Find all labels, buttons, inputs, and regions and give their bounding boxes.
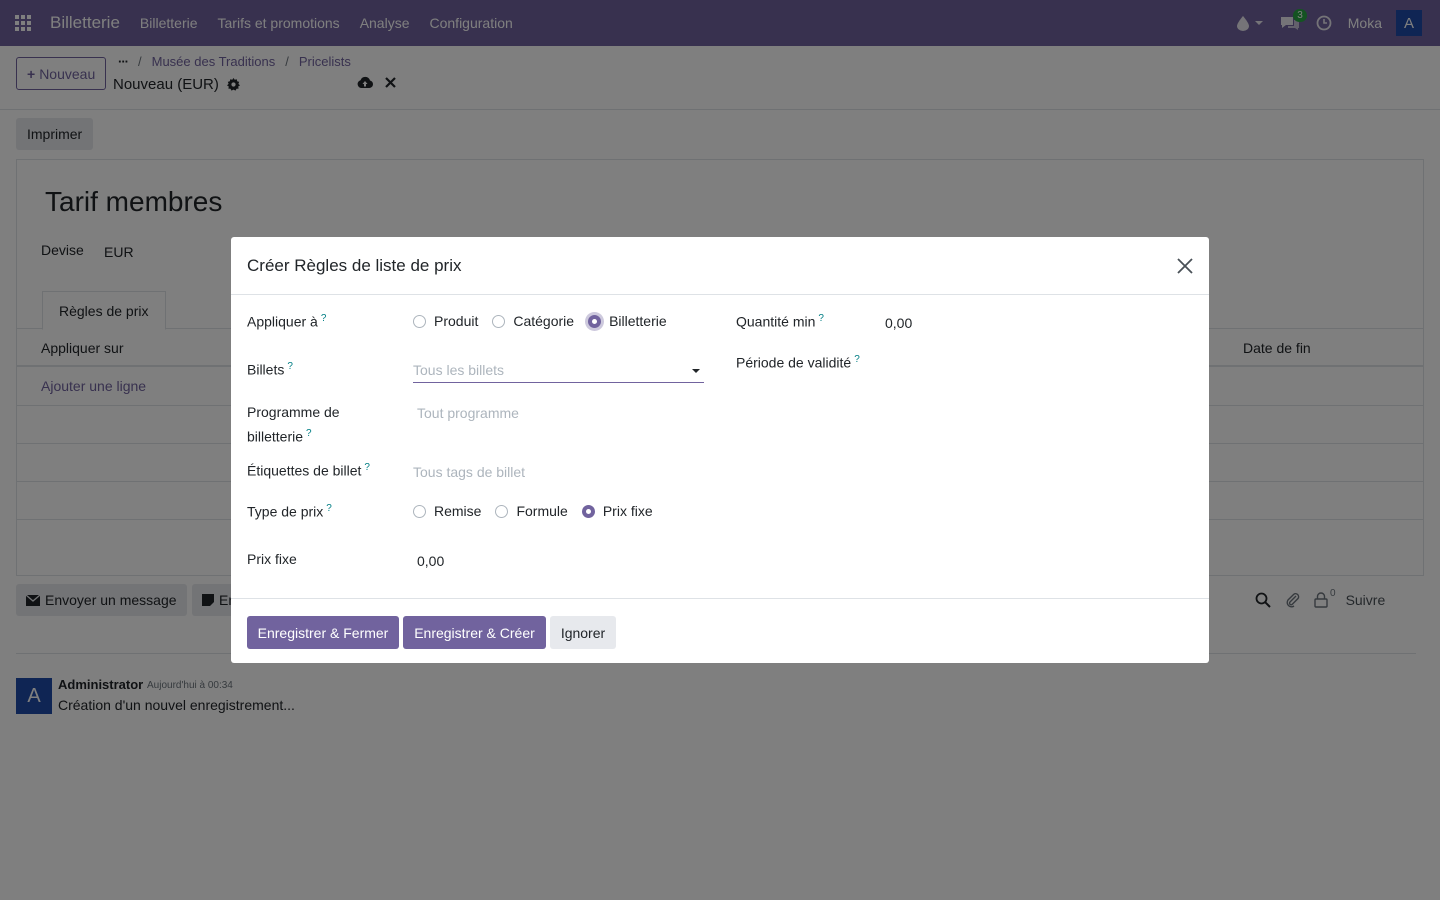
min-qty-input[interactable]: 0,00 — [885, 315, 912, 331]
validity-label-text: Période de validité — [736, 354, 852, 371]
radio-label: Catégorie — [513, 313, 575, 329]
tags-input[interactable]: Tous tags de billet — [413, 464, 525, 480]
price-type-label: Type de prix? — [247, 503, 332, 520]
program-input[interactable]: Tout programme — [417, 405, 519, 421]
help-tooltip-icon[interactable]: ? — [321, 313, 327, 324]
radio-option-discount[interactable]: Remise — [413, 503, 481, 519]
radio-button-selected[interactable] — [588, 314, 602, 328]
min-qty-label-text: Quantité min — [736, 313, 816, 330]
min-qty-label: Quantité min? — [736, 313, 824, 330]
dialog-header: Créer Règles de liste de prix — [231, 237, 1209, 295]
help-tooltip-icon[interactable]: ? — [364, 462, 370, 473]
radio-button-selected[interactable] — [581, 504, 595, 518]
fixed-price-input[interactable]: 0,00 — [417, 553, 444, 569]
price-type-label-text: Type de prix — [247, 503, 324, 520]
save-new-button[interactable]: Enregistrer & Créer — [403, 616, 546, 649]
dropdown-caret-icon[interactable] — [692, 369, 700, 373]
tickets-placeholder: Tous les billets — [413, 362, 505, 378]
radio-option-formula[interactable]: Formule — [495, 503, 568, 519]
discard-button[interactable]: Ignorer — [550, 616, 616, 649]
dialog-footer: Enregistrer & Fermer Enregistrer & Créer… — [231, 598, 1209, 663]
radio-label: Formule — [516, 503, 568, 519]
tickets-label-text: Billets — [247, 361, 285, 378]
radio-button[interactable] — [413, 314, 426, 328]
tags-label-text: Étiquettes de billet — [247, 462, 362, 479]
program-label-text: Programme de billetterie — [247, 404, 340, 445]
radio-option-category[interactable]: Catégorie — [492, 313, 574, 329]
apply-to-label: Appliquer à? — [247, 313, 326, 330]
price-type-radio-group: Remise Formule Prix fixe — [413, 503, 667, 519]
radio-button[interactable] — [495, 504, 509, 518]
dialog-title: Créer Règles de liste de prix — [247, 256, 462, 275]
radio-label: Produit — [434, 313, 479, 329]
apply-to-radio-group: Produit Catégorie Billetterie — [413, 313, 681, 329]
tickets-label: Billets? — [247, 361, 293, 378]
program-label: Programme de billetterie? — [247, 402, 377, 448]
radio-label: Billetterie — [609, 313, 667, 329]
radio-button[interactable] — [492, 314, 506, 328]
close-icon[interactable] — [1175, 256, 1195, 276]
radio-option-fixed-price[interactable]: Prix fixe — [581, 503, 653, 519]
help-tooltip-icon[interactable]: ? — [854, 354, 860, 365]
create-price-rule-dialog: Créer Règles de liste de prix Appliquer … — [231, 237, 1209, 663]
radio-button[interactable] — [413, 504, 426, 518]
radio-option-ticketing[interactable]: Billetterie — [588, 313, 667, 329]
apply-to-label-text: Appliquer à — [247, 313, 318, 330]
tags-label: Étiquettes de billet? — [247, 462, 370, 479]
help-tooltip-icon[interactable]: ? — [818, 313, 824, 324]
help-tooltip-icon[interactable]: ? — [287, 361, 293, 372]
help-tooltip-icon[interactable]: ? — [306, 428, 312, 439]
validity-label: Période de validité? — [736, 354, 860, 371]
radio-label: Remise — [434, 503, 482, 519]
help-tooltip-icon[interactable]: ? — [326, 503, 332, 514]
fixed-price-label: Prix fixe — [247, 551, 297, 567]
radio-label: Prix fixe — [602, 503, 653, 519]
radio-option-product[interactable]: Produit — [413, 313, 478, 329]
tickets-input[interactable]: Tous les billets — [413, 357, 704, 383]
save-close-button[interactable]: Enregistrer & Fermer — [247, 616, 399, 649]
